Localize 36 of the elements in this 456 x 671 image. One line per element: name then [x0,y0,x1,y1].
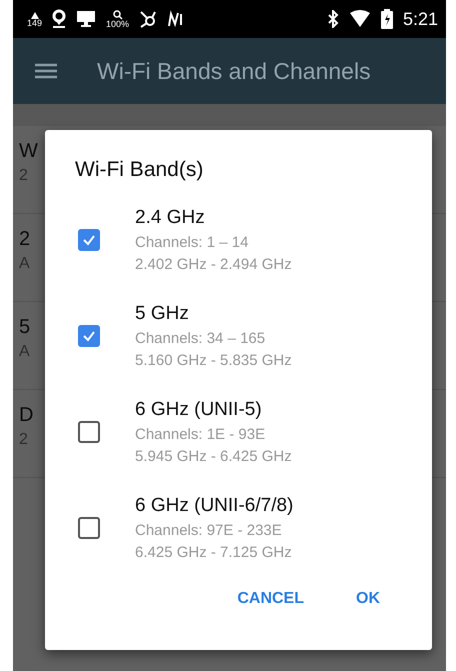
list-item-title: D [19,404,34,427]
cancel-button[interactable]: CANCEL [233,582,308,616]
list-item-title: 2 [19,228,30,251]
frequency-range: 5.160 GHz - 5.835 GHz [135,352,292,369]
band-label: 5 GHz [135,303,189,325]
antenna-icon [28,10,41,18]
checkbox[interactable] [78,421,100,443]
band-label: 6 GHz (UNII-6/7/8) [135,495,294,517]
bluetooth-icon [326,10,339,28]
signal-count: 149 [27,18,42,28]
frequency-range: 5.945 GHz - 6.425 GHz [135,448,292,465]
list-item-title: W [19,140,38,163]
location-pin-icon [52,9,66,29]
channel-range: Channels: 1E - 93E [135,426,266,443]
menu-icon[interactable] [35,63,57,79]
wifi-icon [348,10,371,28]
zoom-level: 100% [106,20,130,28]
checkbox[interactable] [78,517,100,539]
frequency-range: 2.402 GHz - 2.494 GHz [135,256,292,273]
checkbox[interactable] [78,325,100,347]
channel-range: Channels: 1 – 14 [135,234,248,251]
ok-button[interactable]: OK [352,582,384,616]
checkbox[interactable] [78,229,100,251]
battery-charging-icon [380,9,393,29]
magnifier-icon [112,10,123,20]
network-icon [139,10,158,28]
clock: 5:21 [402,8,438,30]
app-title: Wi-Fi Bands and Channels [97,58,371,84]
frequency-range: 6.425 GHz - 7.125 GHz [135,544,292,561]
channel-range: Channels: 97E - 233E [135,522,282,539]
list-item-title: 5 [19,316,30,339]
channel-range: Channels: 34 – 165 [135,330,266,347]
band-label: 6 GHz (UNII-5) [135,399,262,421]
band-label: 2.4 GHz [135,207,205,229]
dialog-title: Wi-Fi Band(s) [75,158,204,182]
monitor-icon [76,10,96,28]
